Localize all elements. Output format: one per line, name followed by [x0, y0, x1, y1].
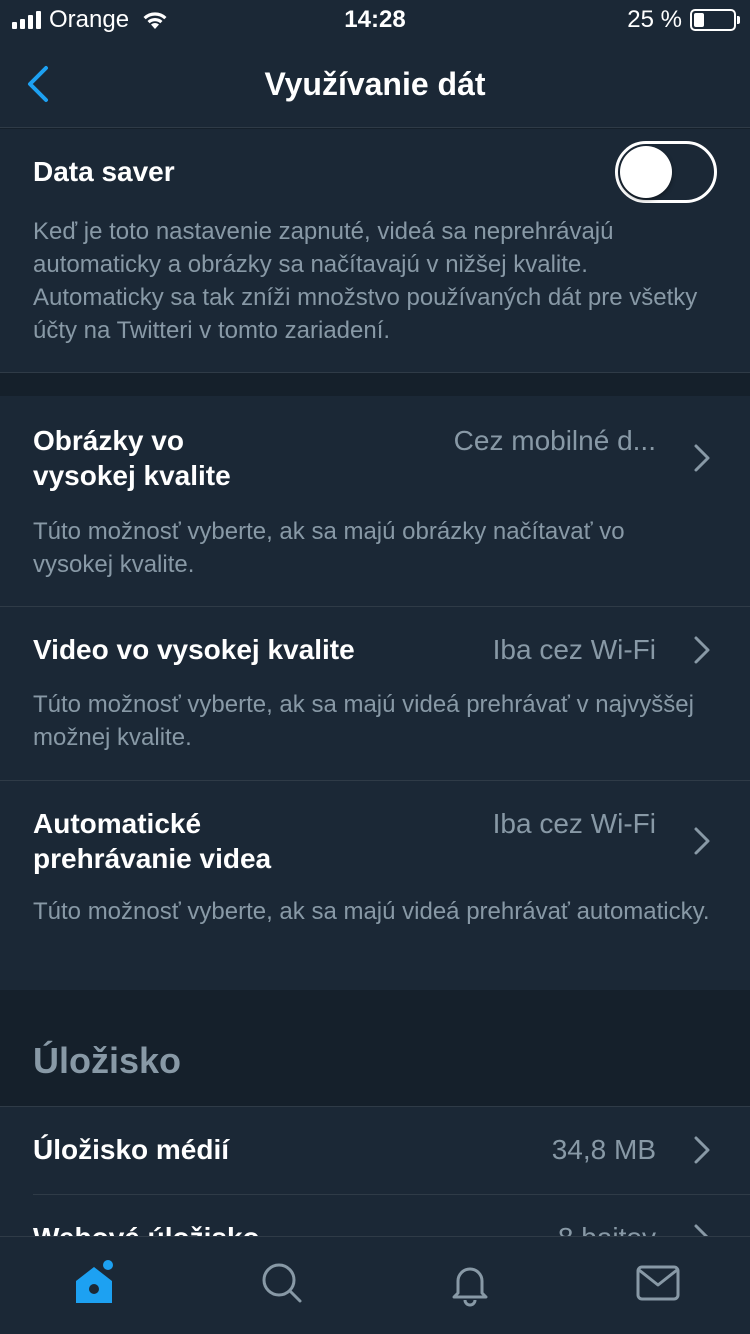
setting-title-line: Obrázky vo: [33, 425, 184, 456]
setting-title: Video vo vysokej kvalite: [33, 634, 355, 665]
toggle-knob: [620, 146, 672, 198]
storage-label: Úložisko médií: [33, 1134, 230, 1165]
tab-bar: [0, 1236, 750, 1334]
data-saver-toggle[interactable]: [615, 141, 717, 203]
chevron-right-icon: [694, 827, 710, 855]
chevron-right-icon: [694, 444, 710, 472]
chevron-right-icon: [694, 1136, 710, 1164]
setting-title-line: prehrávanie videa: [33, 843, 272, 874]
media-quality-section: Obrázky vo vysokej kvalite Cez mobilné d…: [0, 396, 750, 990]
battery-fill: [694, 13, 704, 27]
storage-value: 34,8 MB: [551, 1134, 656, 1165]
search-icon[interactable]: [258, 1259, 306, 1307]
status-right: 25 %: [627, 6, 740, 34]
notifications-icon[interactable]: [446, 1259, 494, 1307]
battery-percent: 25 %: [627, 6, 682, 33]
battery-icon: [690, 9, 740, 31]
setting-row-high-quality-images[interactable]: Obrázky vo vysokej kvalite Cez mobilné d…: [0, 396, 750, 606]
storage-row-media[interactable]: Úložisko médií 34,8 MB: [0, 1107, 750, 1194]
setting-title-line: Automatické: [33, 808, 202, 839]
storage-section: Úložisko médií 34,8 MB Webové úložisko 8…: [0, 1107, 750, 1253]
page-title: Využívanie dát: [264, 66, 486, 102]
setting-title: Obrázky vo vysokej kvalite: [33, 423, 231, 493]
setting-description: Túto možnosť vyberte, ak sa majú videá p…: [33, 691, 694, 751]
setting-value: Iba cez Wi-Fi: [492, 634, 656, 665]
storage-section-header: Úložisko: [33, 1040, 182, 1081]
home-icon[interactable]: [70, 1259, 118, 1307]
setting-value: Cez mobilné d...: [453, 425, 656, 456]
setting-row-high-quality-video[interactable]: Video vo vysokej kvalite Iba cez Wi-Fi T…: [0, 607, 750, 780]
setting-title: Automatické prehrávanie videa: [33, 806, 271, 876]
status-bar: Orange 14:28 25 %: [0, 0, 750, 42]
setting-value: Iba cez Wi-Fi: [492, 808, 656, 839]
navigation-bar: Využívanie dát: [0, 42, 750, 128]
data-saver-description: Keď je toto nastavenie zapnuté, videá sa…: [33, 218, 698, 344]
data-saver-section: Data saver Keď je toto nastavenie zapnut…: [0, 129, 750, 372]
messages-icon[interactable]: [634, 1259, 682, 1307]
chevron-right-icon: [694, 636, 710, 664]
setting-title-line: vysokej kvalite: [33, 460, 231, 491]
setting-row-video-autoplay[interactable]: Automatické prehrávanie videa Iba cez Wi…: [0, 781, 750, 990]
setting-description: Túto možnosť vyberte, ak sa majú obrázky…: [33, 518, 625, 578]
data-saver-label: Data saver: [33, 156, 175, 187]
divider: [0, 372, 750, 373]
setting-description: Túto možnosť vyberte, ak sa majú videá p…: [33, 898, 710, 925]
